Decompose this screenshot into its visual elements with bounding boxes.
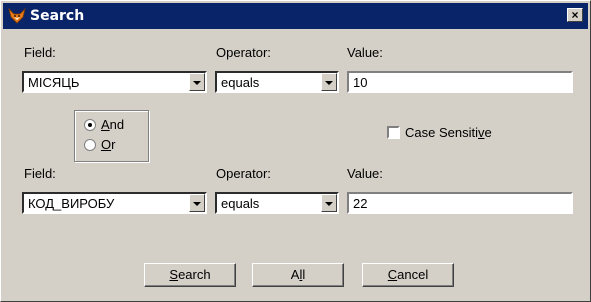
chevron-down-icon[interactable] [189,194,205,212]
field-label-1: Field: [24,45,56,60]
value-label-1: Value: [347,45,383,60]
operator-select-2-value: equals [221,196,260,211]
title-bar[interactable]: Search × [3,3,588,29]
or-radio[interactable] [84,139,96,151]
cancel-button[interactable]: Cancel [362,263,454,287]
chevron-down-icon[interactable] [321,73,337,91]
operator-label-2: Operator: [216,166,271,181]
case-sensitive-label[interactable]: Case Sensitive [405,125,492,140]
and-radio[interactable] [84,119,96,131]
value-input-1-text: 10 [353,75,368,90]
field-select-2[interactable]: КОД_ВИРОБУ [22,192,207,214]
chevron-down-icon[interactable] [321,194,337,212]
operator-select-1[interactable]: equals [215,71,339,93]
value-input-1[interactable]: 10 [347,71,573,93]
search-dialog: Search × Field: Operator: Value: МІСЯЦЬ … [0,0,591,302]
and-radio-label[interactable]: And [101,117,124,132]
value-input-2-text: 22 [353,196,368,211]
field-select-1-value: МІСЯЦЬ [28,75,80,90]
field-select-1[interactable]: МІСЯЦЬ [22,71,207,93]
field-label-2: Field: [24,166,56,181]
logic-radio-group: And Or [74,110,149,162]
window-title: Search [30,8,85,24]
all-button[interactable]: All [252,263,344,287]
close-button[interactable]: × [567,8,583,22]
or-radio-label[interactable]: Or [101,137,115,152]
operator-label-1: Operator: [216,45,271,60]
field-select-2-value: КОД_ВИРОБУ [28,196,115,211]
operator-select-2[interactable]: equals [215,192,339,214]
value-input-2[interactable]: 22 [347,192,573,214]
case-sensitive-checkbox[interactable] [387,126,400,139]
value-label-2: Value: [347,166,383,181]
fox-icon [8,7,26,24]
operator-select-1-value: equals [221,75,260,90]
search-button[interactable]: Search [144,263,236,287]
chevron-down-icon[interactable] [189,73,205,91]
